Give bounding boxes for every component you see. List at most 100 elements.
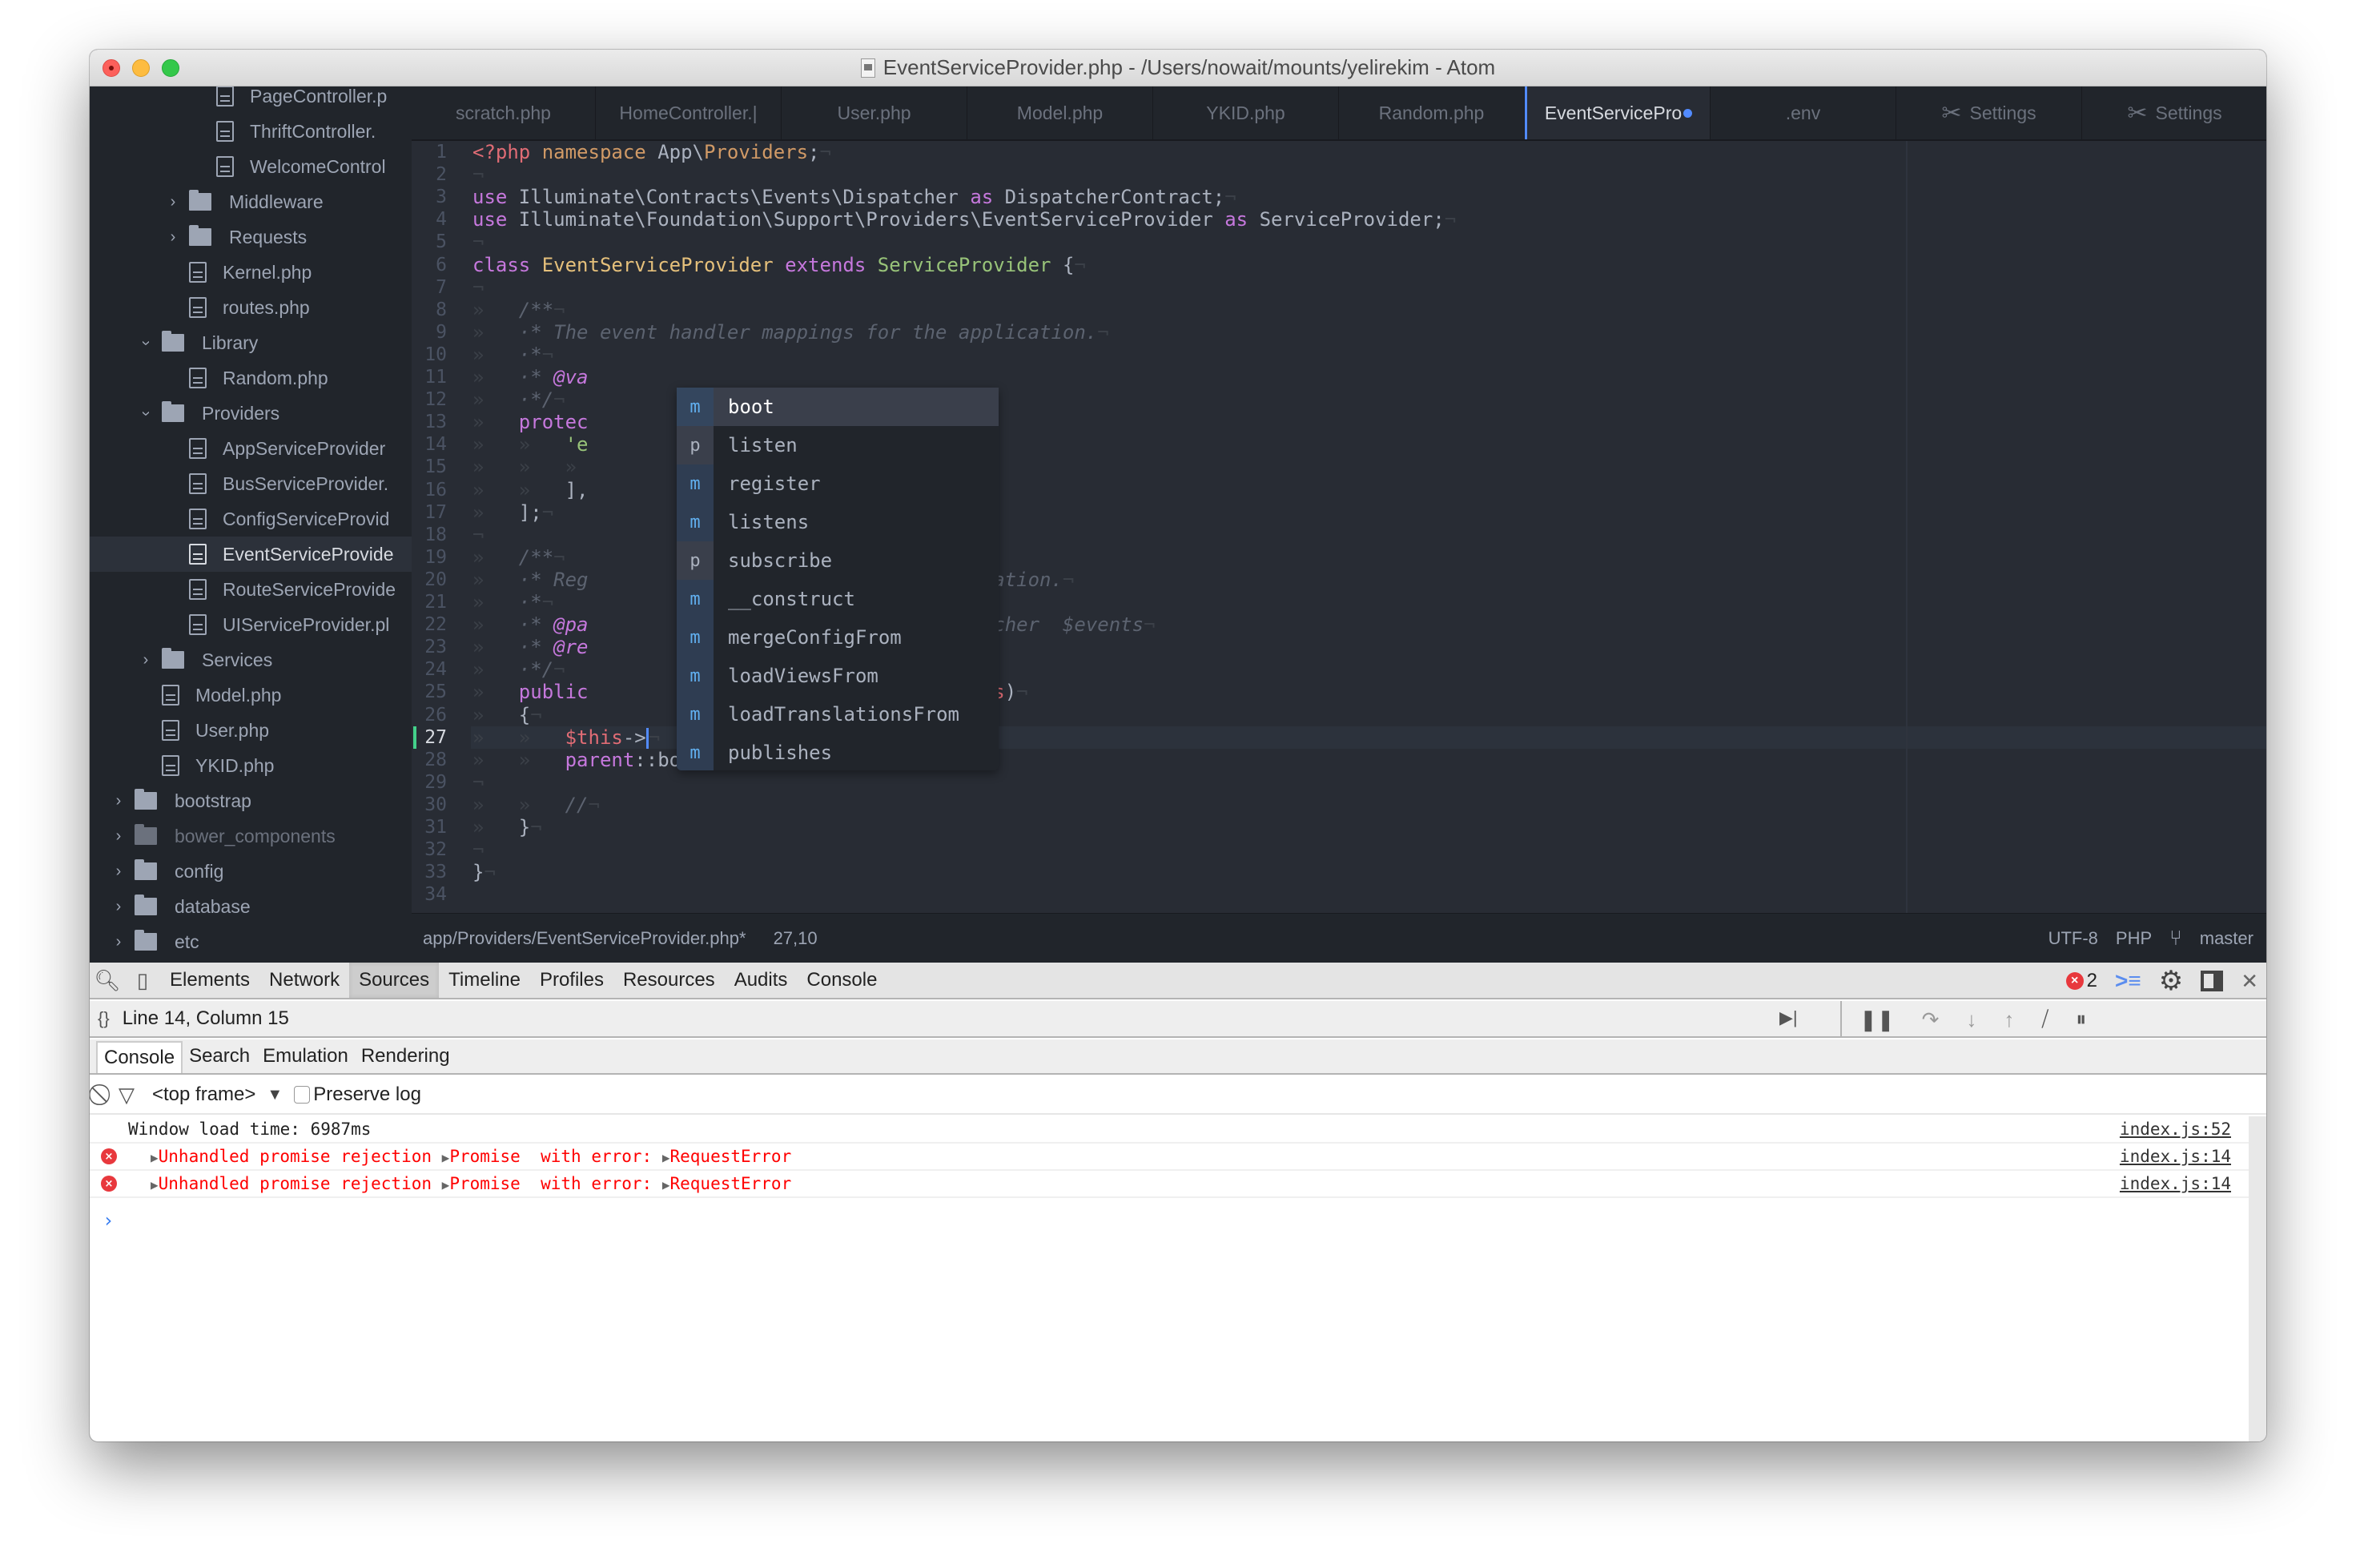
filter-icon[interactable]: ▽ [119,1083,135,1108]
line-number[interactable]: 19 [412,546,447,569]
tab-ykid-php[interactable]: YKID.php [1153,86,1339,139]
step-into-icon[interactable]: ↓ [1966,1007,1976,1032]
line-number[interactable]: 28 [412,749,447,771]
tree-file[interactable]: Random.php [90,360,412,396]
line-number[interactable]: 11 [412,366,447,388]
line-number[interactable]: 16 [412,479,447,501]
line-number[interactable]: 34 [412,883,447,906]
autocomplete-item[interactable]: m mergeConfigFrom [677,618,999,657]
show-drawer-icon[interactable]: >≡ [2115,968,2141,994]
autocomplete-item[interactable]: m loadTranslationsFrom [677,695,999,734]
close-devtools-icon[interactable]: ✕ [2241,969,2258,994]
devtools-tab-timeline[interactable]: Timeline [439,963,530,998]
devtools-tab-resources[interactable]: Resources [613,963,725,998]
chevron-right-icon[interactable]: › [165,193,181,211]
chevron-down-icon[interactable]: › [137,405,155,421]
step-over-icon[interactable]: ↷ [1922,1007,1940,1032]
chevron-down-icon[interactable]: › [137,335,155,351]
devtools-tab-console[interactable]: Console [797,963,887,998]
expand-triangle-icon[interactable]: ▶ [662,1177,670,1192]
inspect-search-icon[interactable]: 🔍︎ [90,968,125,993]
tree-file[interactable]: BusServiceProvider. [90,466,412,501]
line-number[interactable]: 9 [412,321,447,344]
line-number[interactable]: 23 [412,636,447,658]
autocomplete-item[interactable]: m register [677,464,999,503]
frame-selector[interactable]: <top frame> [152,1084,255,1106]
console-scrollbar[interactable] [2249,1116,2266,1441]
drawer-tab-console[interactable]: Console [96,1041,183,1073]
toggle-debugger-sidebar-icon[interactable]: ▶| [1779,1007,1798,1028]
line-number[interactable]: 22 [412,613,447,636]
line-number[interactable]: 32 [412,838,447,861]
line-number[interactable]: 3 [412,186,447,208]
pretty-print-icon[interactable]: {} [98,1008,110,1029]
devtools-tab-elements[interactable]: Elements [160,963,259,998]
line-number[interactable]: 6 [412,254,447,276]
pause-icon[interactable]: ❚❚ [1859,1007,1895,1032]
expand-triangle-icon[interactable]: ▶ [662,1150,670,1165]
tree-folder[interactable]: › config [90,854,412,889]
console-prompt-icon[interactable]: › [103,1209,114,1232]
line-number[interactable]: 8 [412,299,447,321]
line-number-gutter[interactable]: 1 2 3 4 5 6 7 8 9 10 11 12 13 14 15 16 17 18 19 20 21 22 23 24 2… [412,141,471,913]
tree-folder[interactable]: › Requests [90,219,412,255]
chevron-right-icon[interactable]: › [111,933,127,951]
dock-side-icon[interactable] [2201,971,2224,991]
preserve-log-checkbox[interactable] [294,1086,311,1104]
line-number[interactable]: 15 [412,456,447,478]
tab-model-php[interactable]: Model.php [967,86,1153,139]
drawer-tab-rendering[interactable]: Rendering [355,1041,456,1073]
frame-dropdown-arrow-icon[interactable]: ▼ [267,1086,283,1104]
drawer-tab-search[interactable]: Search [183,1041,256,1073]
chevron-right-icon[interactable]: › [111,862,127,881]
tree-file[interactable]: YKID.php [90,748,412,783]
tree-folder[interactable]: › database [90,889,412,924]
autocomplete-item[interactable]: m listens [677,503,999,541]
chevron-right-icon[interactable]: › [165,228,181,247]
expand-triangle-icon[interactable]: ▶ [442,1177,450,1192]
devtools-tab-sources[interactable]: Sources [349,963,440,998]
tree-file[interactable]: RouteServiceProvide [90,572,412,607]
status-file-path[interactable]: app/Providers/EventServiceProvider.php* [423,928,746,949]
status-grammar[interactable]: PHP [2116,928,2152,949]
line-number[interactable]: 7 [412,276,447,299]
tree-file[interactable]: PageController.p [90,86,412,114]
tab-random-php[interactable]: Random.php [1339,86,1525,139]
tree-file[interactable]: Model.php [90,677,412,713]
line-number[interactable]: 14 [412,433,447,456]
pause-on-exceptions-icon[interactable]: ⏸ [2076,1007,2086,1032]
tab-user-php[interactable]: User.php [782,86,967,139]
line-number[interactable]: 25 [412,681,447,703]
minimize-window-button[interactable] [132,59,150,77]
expand-triangle-icon[interactable]: ▶ [151,1150,159,1165]
console-source-link[interactable]: index.js:52 [2120,1120,2231,1139]
tab-eventservicepro[interactable]: EventServicePro [1525,86,1711,139]
devtools-tab-network[interactable]: Network [259,963,349,998]
line-number[interactable]: 20 [412,569,447,591]
maximize-window-button[interactable] [162,59,179,77]
tab-settings[interactable]: ✂ Settings [1896,86,2082,139]
line-number[interactable]: 26 [412,704,447,726]
chevron-right-icon[interactable]: › [138,651,154,669]
device-mode-icon[interactable]: ▯ [125,968,160,993]
line-number[interactable]: 4 [412,208,447,231]
status-encoding[interactable]: UTF-8 [2048,928,2098,949]
line-number[interactable]: 21 [412,591,447,613]
tree-folder[interactable]: › Services [90,642,412,677]
line-number[interactable]: 29 [412,771,447,794]
status-branch[interactable]: master [2200,928,2253,949]
line-number[interactable]: 27 [412,726,447,749]
deactivate-breakpoints-icon[interactable]: ⧸ [2041,1007,2048,1032]
settings-gear-icon[interactable]: ⚙ [2159,965,2183,997]
line-number[interactable]: 10 [412,344,447,366]
autocomplete-item[interactable]: m boot [677,388,999,426]
step-out-icon[interactable]: ↑ [2004,1007,2014,1032]
line-number[interactable]: 33 [412,861,447,883]
line-number[interactable]: 5 [412,231,447,253]
console-source-link[interactable]: index.js:14 [2120,1174,2231,1193]
tree-file[interactable]: ConfigServiceProvid [90,501,412,537]
tree-file[interactable]: UIServiceProvider.pl [90,607,412,642]
line-number[interactable]: 17 [412,501,447,524]
tree-file[interactable]: ThriftController. [90,114,412,149]
autocomplete-item[interactable]: m publishes [677,734,999,770]
